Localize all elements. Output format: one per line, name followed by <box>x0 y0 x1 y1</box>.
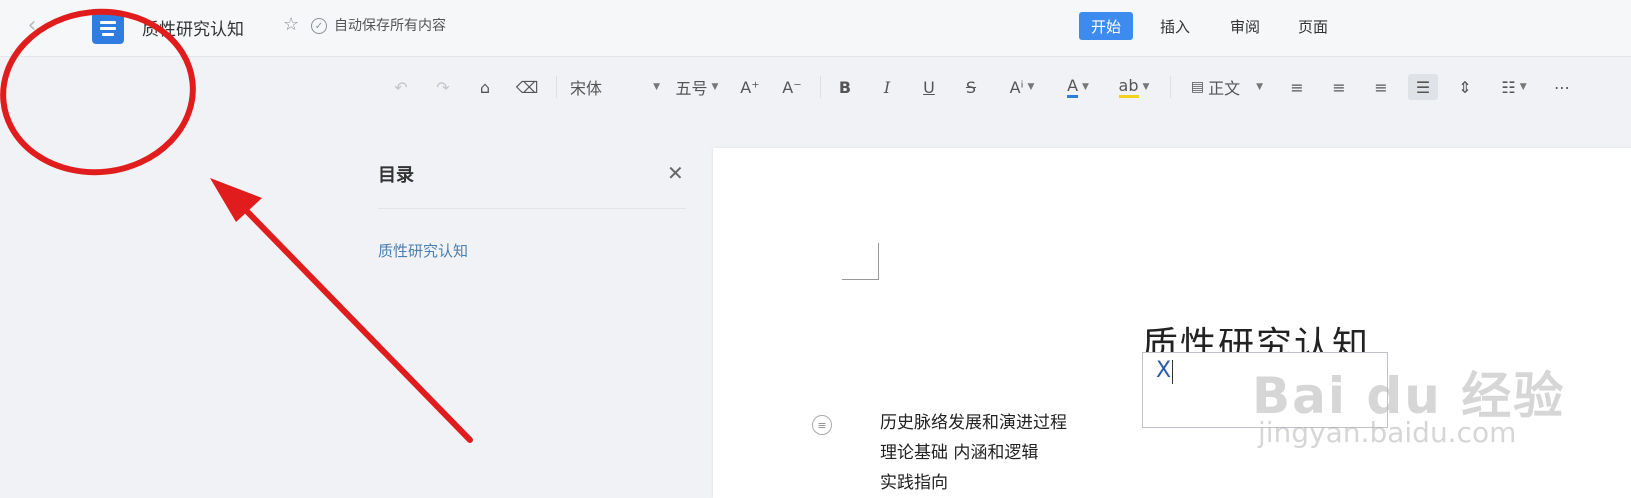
align-center-icon[interactable]: ≡ <box>1328 74 1350 100</box>
tab-start[interactable]: 开始 <box>1079 12 1134 40</box>
text-cursor <box>1172 360 1173 384</box>
toc-title: 目录 <box>378 165 414 186</box>
chevron-down-icon: ▼ <box>1256 82 1264 92</box>
back-icon[interactable]: ‹ <box>22 13 42 38</box>
chevron-down-icon: ▼ <box>711 82 719 92</box>
chevron-down-icon: ▼ <box>1027 82 1035 92</box>
toolbar-divider <box>556 76 557 98</box>
chevron-down-icon: ▼ <box>1519 82 1527 92</box>
line-spacing-icon[interactable]: ⇕ <box>1454 74 1476 100</box>
paragraph-style-value: 正文 <box>1208 79 1241 98</box>
paragraph-style-select[interactable]: ▤ 正文 ▼ <box>1184 74 1270 100</box>
undo-icon[interactable]: ↶ <box>390 74 412 100</box>
title-bar <box>0 0 1631 57</box>
ime-input-text: X <box>1156 358 1172 383</box>
indent-icon[interactable]: ☷ ▼ <box>1496 74 1532 100</box>
outline-line[interactable]: 实践指向 <box>880 468 948 493</box>
annotation-arrow-head <box>210 178 262 222</box>
tab-page[interactable]: 页面 <box>1298 12 1328 40</box>
shrink-font-button[interactable]: A⁻ <box>780 74 804 100</box>
toc-divider <box>378 208 686 209</box>
highlight-label: ab <box>1118 76 1139 98</box>
document-app-icon <box>92 12 124 44</box>
align-left-icon[interactable]: ≡ <box>1286 74 1308 100</box>
autosave-status: 自动保存所有内容 <box>334 18 446 34</box>
superscript-icon[interactable]: Aⁱ ▼ <box>1002 74 1042 100</box>
underline-button[interactable]: U <box>918 74 940 100</box>
font-color-button[interactable]: A ▼ <box>1058 74 1098 100</box>
font-name-select[interactable]: 宋体 ▼ <box>570 74 660 100</box>
close-icon[interactable]: ✕ <box>667 161 684 185</box>
chevron-down-icon: ▼ <box>1082 82 1089 92</box>
tab-review[interactable]: 审阅 <box>1230 12 1260 40</box>
watermark: Bai du 经验 jingyan.baidu.com <box>1252 356 1565 449</box>
tab-insert[interactable]: 插入 <box>1160 12 1190 40</box>
format-painter-icon[interactable]: ⌂ <box>474 74 496 100</box>
justify-icon[interactable]: ☰ <box>1408 74 1438 100</box>
star-icon[interactable]: ☆ <box>283 14 299 35</box>
bold-button[interactable]: B <box>834 74 856 100</box>
font-size-value: 五号 <box>675 79 708 98</box>
chevron-down-icon: ▼ <box>1142 82 1150 92</box>
outline-line[interactable]: 理论基础 内涵和逻辑 <box>880 438 1038 463</box>
highlight-button[interactable]: ab ▼ <box>1112 74 1156 100</box>
toolbar-divider <box>820 76 821 98</box>
saved-check-icon: ✓ <box>311 18 327 34</box>
outline-bullet-icon[interactable]: ≡ <box>812 415 832 435</box>
grow-font-button[interactable]: A⁺ <box>738 74 762 100</box>
chevron-down-icon: ▼ <box>653 82 660 92</box>
toolbar-divider <box>1170 76 1171 98</box>
align-right-icon[interactable]: ≡ <box>1370 74 1392 100</box>
font-color-label: A <box>1067 76 1079 98</box>
document-title[interactable]: 质性研究认知 <box>142 14 244 40</box>
clear-format-icon[interactable]: ⌫ <box>516 74 539 100</box>
redo-icon[interactable]: ↷ <box>432 74 454 100</box>
style-icon: ▤ <box>1190 79 1205 95</box>
watermark-url: jingyan.baidu.com <box>1258 416 1517 449</box>
strikethrough-button[interactable]: S <box>960 74 982 100</box>
font-size-select[interactable]: 五号 ▼ <box>672 74 722 100</box>
page-margin-mark <box>842 243 879 280</box>
italic-button[interactable]: I <box>876 74 898 100</box>
outline-line[interactable]: 历史脉络发展和演进过程 <box>880 408 1067 433</box>
font-name-value: 宋体 <box>570 79 603 98</box>
more-icon[interactable]: ⋯ <box>1552 74 1572 100</box>
toc-item[interactable]: 质性研究认知 <box>378 240 468 261</box>
toc-panel <box>358 152 688 498</box>
menu-icon[interactable] <box>54 18 74 34</box>
